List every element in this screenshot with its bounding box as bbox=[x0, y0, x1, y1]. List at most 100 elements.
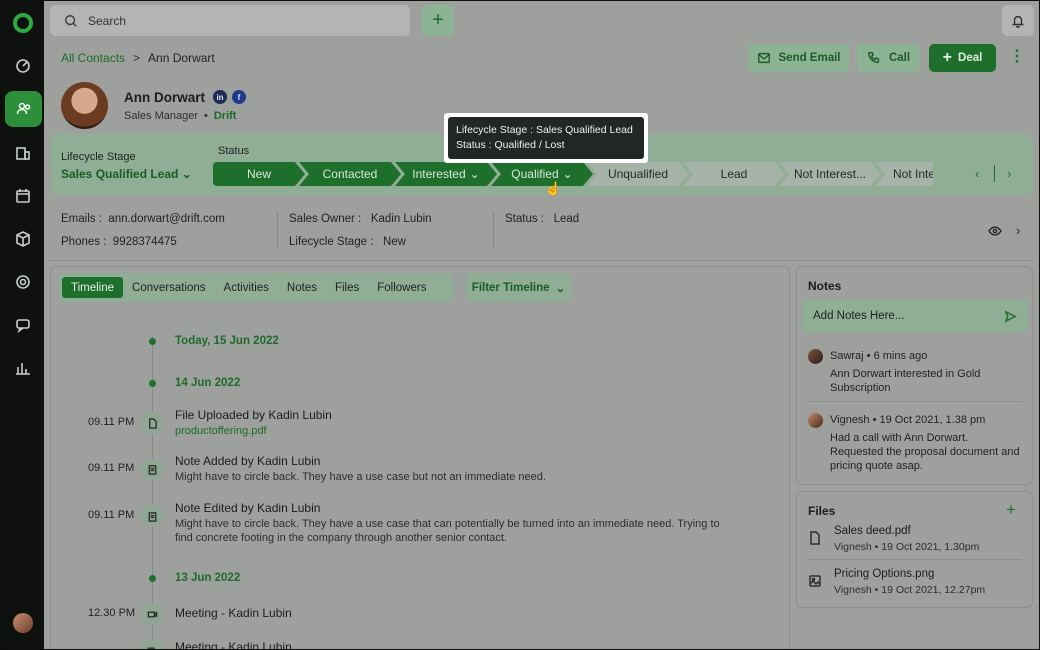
accounts-icon[interactable] bbox=[3, 135, 43, 171]
divider bbox=[808, 401, 1022, 402]
note-author-avatar bbox=[808, 349, 823, 364]
chevron-right-icon[interactable]: › bbox=[1007, 166, 1011, 181]
video-icon bbox=[141, 603, 163, 625]
phone-value[interactable]: 9928374475 bbox=[113, 236, 177, 248]
mail-icon bbox=[757, 52, 770, 64]
stage-interested[interactable]: Interested ⌄ bbox=[395, 162, 497, 186]
calendar-icon[interactable] bbox=[3, 178, 43, 214]
add-file-icon[interactable]: + bbox=[1006, 500, 1016, 520]
stage-new[interactable]: New bbox=[213, 162, 305, 186]
file-meta: Vignesh • 19 Oct 2021, 12.27pm bbox=[834, 584, 986, 596]
eye-icon[interactable] bbox=[988, 225, 1002, 237]
hand-cursor-icon: ☝ bbox=[545, 181, 562, 196]
expand-chevron-icon[interactable]: › bbox=[1016, 223, 1020, 238]
tab-timeline[interactable]: Timeline bbox=[62, 277, 124, 298]
stage-info-label: Lifecycle Stage : bbox=[289, 236, 374, 248]
stage-label: Interested bbox=[412, 167, 466, 181]
reports-icon[interactable] bbox=[3, 350, 43, 386]
tab-notes[interactable]: Notes bbox=[278, 277, 326, 298]
note-text: Had a call with Ann Dorwart. Requested t… bbox=[830, 432, 1020, 472]
emails-row: Emails : ann.dorwart@drift.com bbox=[61, 213, 225, 225]
pipeline-divider bbox=[994, 165, 995, 182]
stage-label: Lead bbox=[720, 167, 748, 181]
event-title: File Uploaded by Kadin Lubin bbox=[175, 408, 332, 422]
add-deal-button[interactable]: + Deal bbox=[929, 44, 996, 72]
tooltip-line-2: Status : Qualified / Lost bbox=[456, 139, 565, 151]
lifecycle-dropdown[interactable]: Sales Qualified Lead ⌄ bbox=[61, 167, 192, 181]
contact-role: Sales Manager bbox=[124, 110, 198, 122]
search-input[interactable]: Search bbox=[50, 5, 410, 36]
chat-icon[interactable] bbox=[3, 307, 43, 343]
file-name[interactable]: Sales deed.pdf bbox=[834, 525, 911, 537]
stage-not-interested-2[interactable]: Not Inter bbox=[875, 162, 933, 186]
event-title: Note Added by Kadin Lubin bbox=[175, 454, 321, 468]
filter-timeline-button[interactable]: Filter Timeline ⌄ bbox=[466, 273, 571, 302]
event-time: 12.30 PM bbox=[88, 607, 136, 619]
owner-row: Sales Owner : Kadin Lubin bbox=[289, 213, 432, 225]
notifications-button[interactable] bbox=[1002, 5, 1034, 36]
stage-lead[interactable]: Lead bbox=[683, 162, 785, 186]
contact-subtitle: Sales Manager • Drift bbox=[124, 110, 236, 122]
stage-row: Lifecycle Stage : New bbox=[289, 236, 406, 248]
stage-label: Unqualified bbox=[607, 167, 669, 181]
lifecycle-value: Sales Qualified Lead bbox=[61, 167, 179, 181]
search-icon bbox=[65, 14, 77, 27]
breadcrumb-separator: > bbox=[133, 51, 141, 65]
main-content: Search + All Contacts > Ann Dorwart Send… bbox=[44, 1, 1039, 649]
send-email-button[interactable]: Send Email bbox=[748, 44, 849, 72]
divider bbox=[493, 211, 494, 249]
status-info-value: Lead bbox=[553, 213, 580, 225]
event-file-link[interactable]: productoffering.pdf bbox=[175, 425, 267, 437]
files-title: Files bbox=[808, 504, 836, 518]
note-icon bbox=[141, 458, 163, 480]
add-note-input[interactable]: Add Notes Here... bbox=[802, 299, 1028, 333]
event-title: Meeting - Kadin Lubin bbox=[175, 606, 292, 620]
file-name[interactable]: Pricing Options.png bbox=[834, 568, 934, 580]
sidebar bbox=[1, 1, 44, 649]
tooltip-line-1: Lifecycle Stage : Sales Qualified Lead bbox=[456, 124, 633, 136]
stage-not-interested[interactable]: Not Interest... bbox=[779, 162, 881, 186]
file-meta: Vignesh • 19 Oct 2021, 1.30pm bbox=[834, 541, 980, 553]
call-button[interactable]: Call bbox=[857, 44, 920, 72]
stage-label: Contacted bbox=[322, 167, 378, 181]
note-text: Ann Dorwart interested in Gold Subscript… bbox=[830, 368, 981, 394]
search-placeholder: Search bbox=[88, 13, 127, 28]
note-meta: Vignesh • 19 Oct 2021, 1.38 pm bbox=[830, 414, 986, 426]
event-title: Meeting - Kadin Lubin bbox=[175, 640, 292, 649]
stage-qualified[interactable]: Qualified ⌄ bbox=[491, 162, 593, 186]
dashboard-icon[interactable] bbox=[3, 48, 43, 84]
user-avatar[interactable] bbox=[13, 613, 33, 633]
tab-conversations[interactable]: Conversations bbox=[123, 277, 215, 298]
send-email-label: Send Email bbox=[778, 52, 841, 64]
status-label: Status bbox=[218, 145, 250, 157]
contact-company[interactable]: Drift bbox=[214, 110, 237, 122]
stage-contacted[interactable]: Contacted bbox=[299, 162, 401, 186]
image-file-icon bbox=[808, 574, 822, 588]
tab-activities[interactable]: Activities bbox=[215, 277, 278, 298]
tab-followers[interactable]: Followers bbox=[368, 277, 435, 298]
file-icon bbox=[141, 412, 163, 434]
phones-row: Phones : 9928374475 bbox=[61, 236, 177, 248]
send-icon[interactable] bbox=[1004, 309, 1017, 323]
stage-unqualified[interactable]: Unqualified bbox=[587, 162, 689, 186]
email-value[interactable]: ann.dorwart@drift.com bbox=[108, 213, 225, 225]
contacts-icon[interactable] bbox=[5, 91, 42, 127]
event-text: Might have to circle back. They have a u… bbox=[175, 471, 546, 483]
timeline-dot bbox=[149, 380, 156, 387]
divider bbox=[50, 260, 1033, 261]
note-author-avatar bbox=[808, 413, 823, 428]
facebook-icon[interactable]: f bbox=[232, 90, 246, 104]
chevron-down-icon: ⌄ bbox=[562, 167, 573, 181]
stage-label: Not Interest... bbox=[793, 167, 867, 181]
add-button[interactable]: + bbox=[422, 5, 454, 36]
chevron-down-icon: ⌄ bbox=[181, 167, 192, 181]
chevron-left-icon[interactable]: ‹ bbox=[975, 166, 979, 181]
chevron-down-icon: ⌄ bbox=[555, 282, 566, 295]
breadcrumb-all-contacts[interactable]: All Contacts bbox=[61, 51, 125, 65]
tab-files[interactable]: Files bbox=[326, 277, 368, 298]
plus-icon: + bbox=[942, 49, 953, 66]
linkedin-icon[interactable]: in bbox=[213, 90, 227, 104]
more-options-icon[interactable]: ⋮ bbox=[1009, 49, 1025, 65]
products-icon[interactable] bbox=[3, 221, 43, 257]
settings-icon[interactable] bbox=[3, 264, 43, 300]
